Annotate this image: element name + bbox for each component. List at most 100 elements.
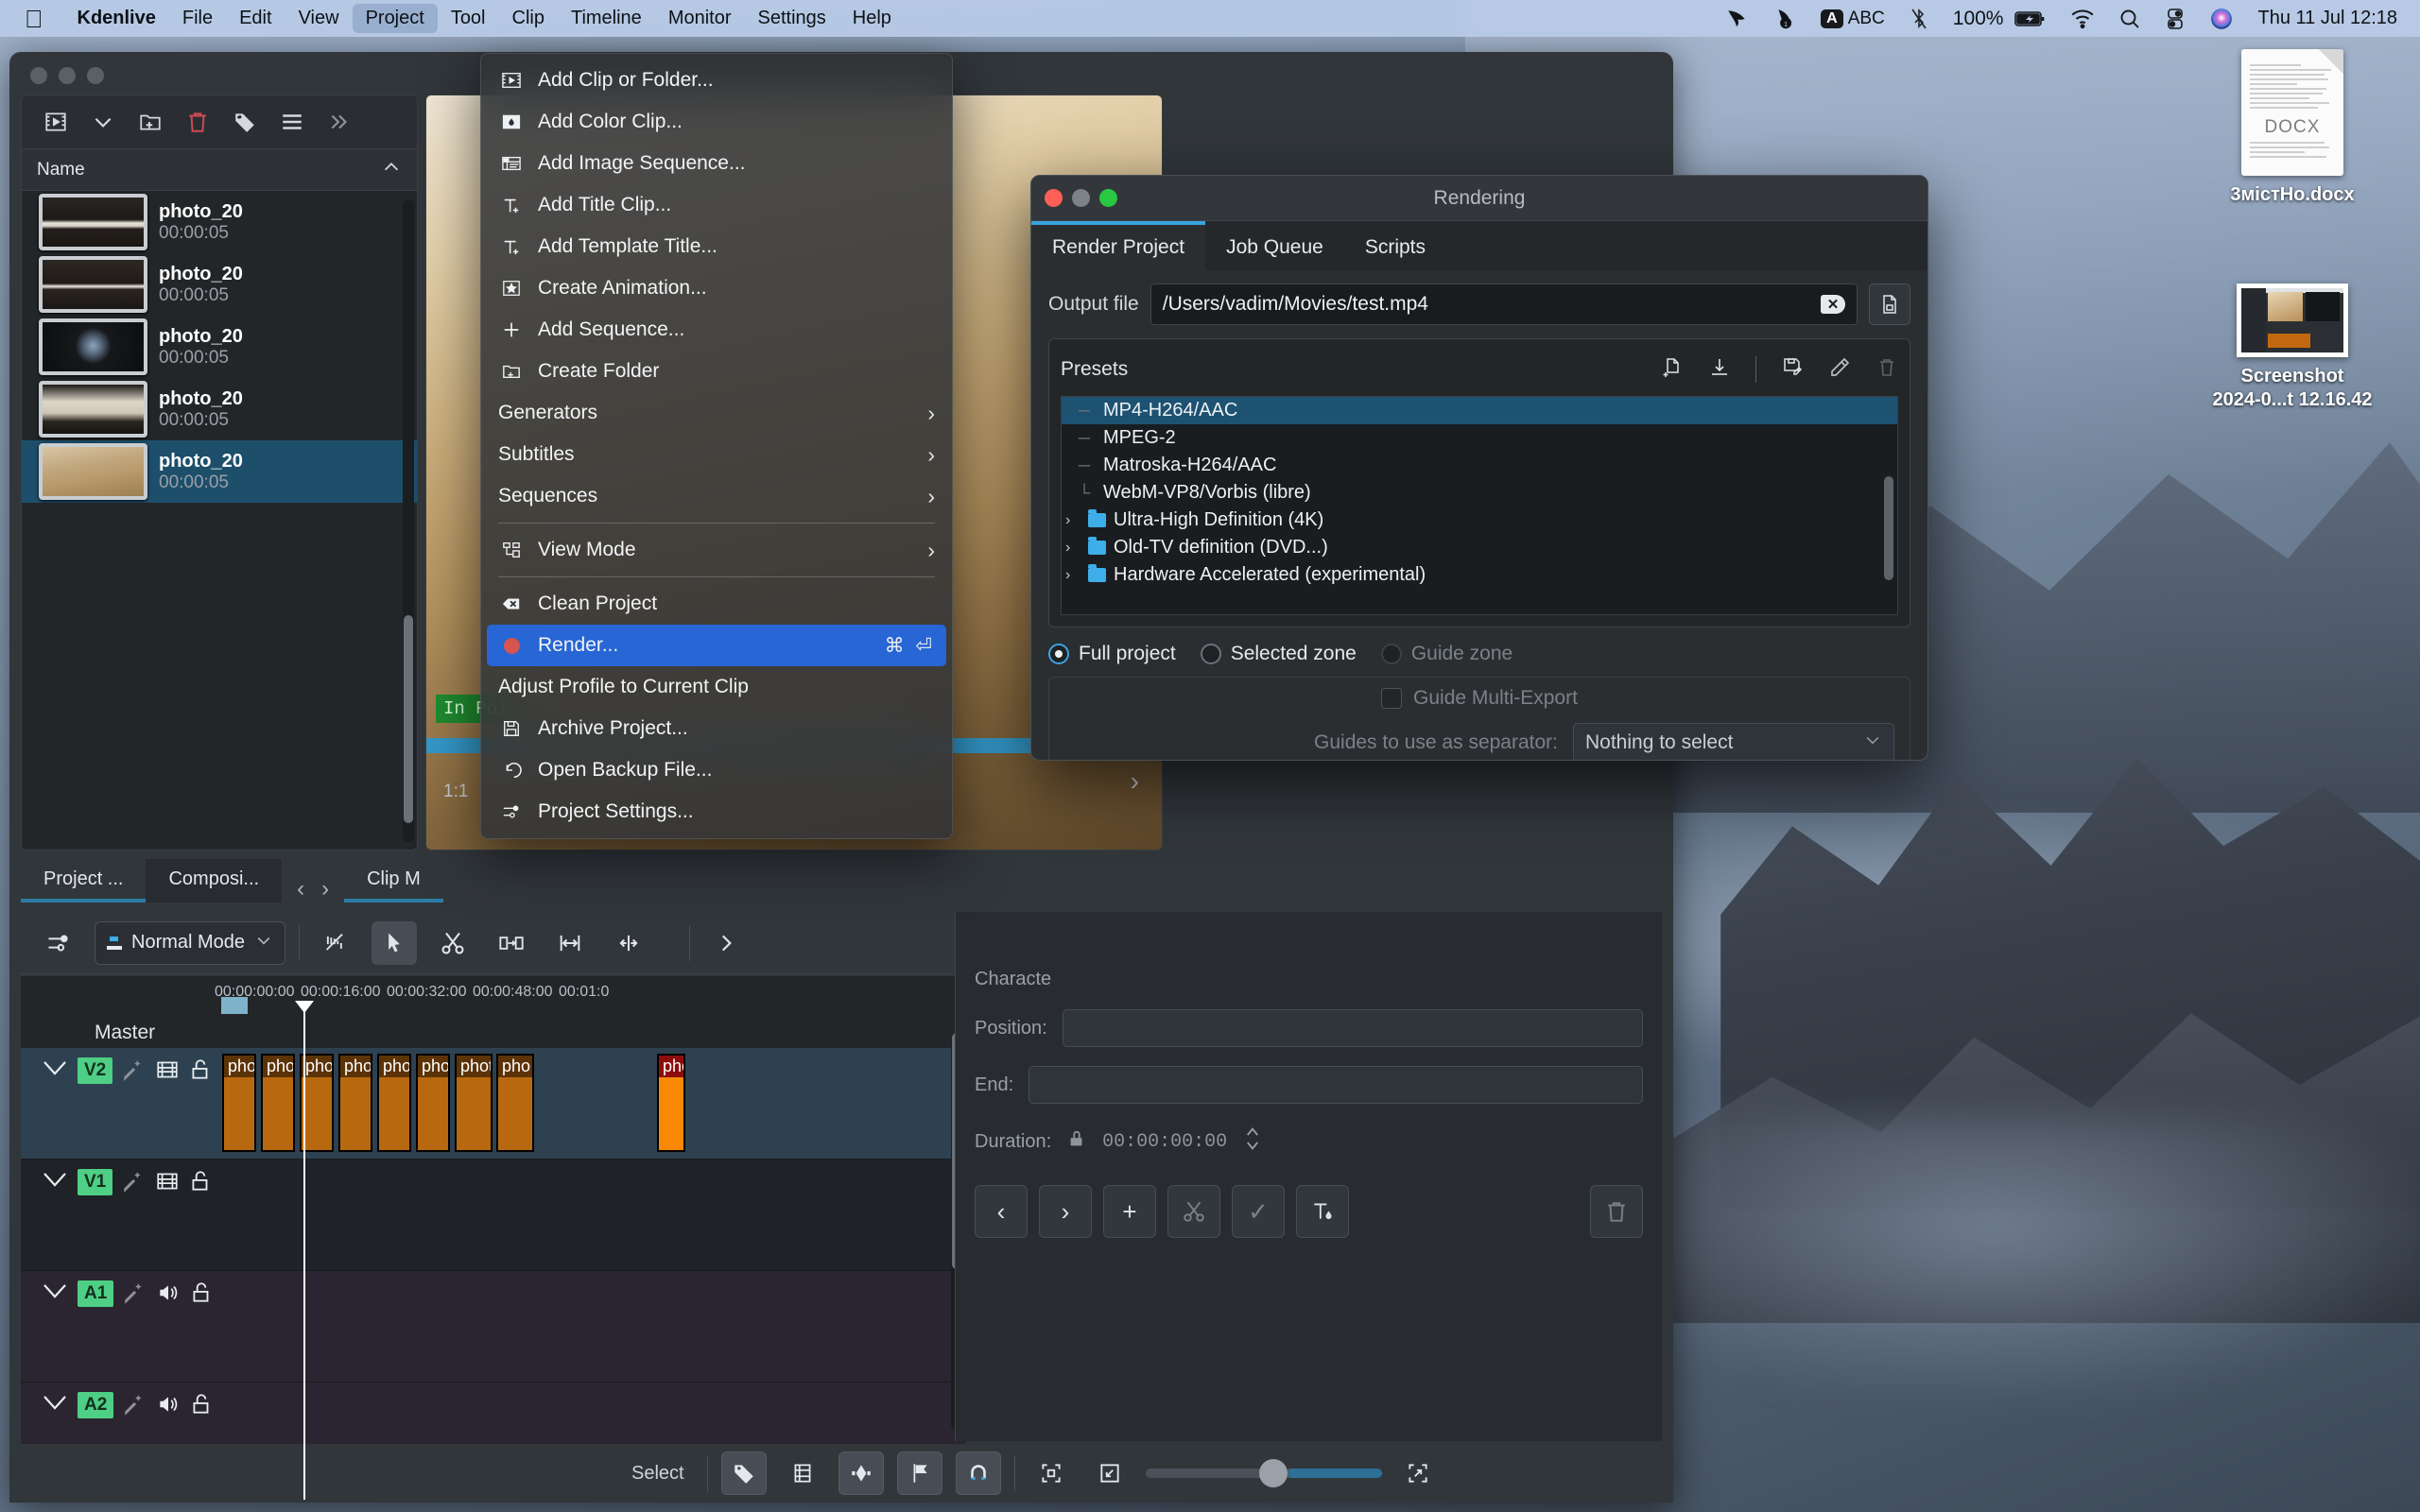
chevron-down-icon[interactable] [40, 1392, 70, 1418]
chevron-up-icon[interactable] [381, 157, 402, 183]
chevron-down-icon[interactable] [40, 1169, 70, 1194]
cut-icon[interactable] [1167, 1185, 1220, 1238]
thumbnails-icon[interactable] [780, 1452, 825, 1495]
preset-folder-item[interactable]: › Hardware Accelerated (experimental) [1062, 561, 1897, 589]
timeline-playhead[interactable] [303, 1008, 305, 1500]
maximize-window-button[interactable] [1099, 189, 1117, 207]
mix-icon[interactable] [313, 921, 358, 965]
kdenlive-status-icon[interactable] [1724, 7, 1749, 31]
minimize-window-button[interactable] [1072, 189, 1090, 207]
preset-item[interactable]: ─ MPEG-2 [1062, 424, 1897, 452]
menu-app-name[interactable]: Kdenlive [64, 4, 169, 33]
chevron-right-icon[interactable]: › [1131, 766, 1139, 797]
delete-icon[interactable] [1590, 1185, 1643, 1238]
macos-menu-bar[interactable]:  Kdenlive File Edit View Project Tool C… [0, 0, 2420, 37]
timeline-track-v1[interactable]: V1 [21, 1160, 966, 1271]
monitor-zoom-ratio[interactable]: 1:1 [443, 782, 468, 802]
apple-logo-icon[interactable]:  [25, 7, 43, 31]
add-folder-icon[interactable] [128, 102, 173, 142]
menu-help[interactable]: Help [839, 4, 905, 33]
menu-item-adjust-profile[interactable]: Adjust Profile to Current Clip [481, 666, 952, 708]
download-preset-icon[interactable] [1708, 356, 1731, 384]
preset-tree-list[interactable]: ─ MP4-H264/AAC ─ MPEG-2 ─ Matroska-H264/… [1061, 396, 1898, 615]
menu-item-add-color-clip[interactable]: Add Color Clip... [481, 101, 952, 143]
input-source-badge[interactable]: A [1821, 9, 1843, 28]
spacer-tool-icon[interactable] [489, 921, 534, 965]
razor-tool-icon[interactable] [430, 921, 475, 965]
tag-icon[interactable] [720, 1452, 767, 1495]
preset-list-scrollbar[interactable] [1884, 476, 1893, 580]
menu-project[interactable]: Project [352, 4, 438, 33]
render-scope-radios[interactable]: Full project Selected zone Guide zone [1048, 643, 1910, 665]
list-item[interactable]: photo_20 00:00:05 [22, 191, 417, 253]
track-name[interactable]: V1 [78, 1169, 113, 1195]
menu-timeline[interactable]: Timeline [558, 4, 655, 33]
position-field[interactable] [1062, 1009, 1643, 1047]
desktop-icon-screenshot[interactable]: Screenshot 2024-0...t 12.16.42 [2184, 284, 2401, 412]
bin-column-header[interactable]: Name [22, 148, 417, 191]
menu-item-clean-project[interactable]: Clean Project [481, 583, 952, 625]
tab-scroll-arrows[interactable]: ‹ › [282, 876, 344, 902]
tab-compositions[interactable]: Composi... [146, 859, 283, 902]
output-file-input[interactable]: /Users/vadim/Movies/test.mp4 ✕ [1150, 284, 1858, 325]
chevron-right-icon[interactable]: › [1065, 567, 1080, 584]
radio-selected-zone[interactable]: Selected zone [1200, 643, 1357, 665]
new-preset-icon[interactable] [1661, 356, 1684, 384]
bluetooth-off-icon[interactable] [1909, 7, 1929, 31]
prev-icon[interactable]: ‹ [975, 1185, 1028, 1238]
menu-item-add-image-sequence[interactable]: Add Image Sequence... [481, 143, 952, 184]
tab-clip-monitor[interactable]: Clip M [344, 859, 443, 902]
menu-item-project-settings[interactable]: Project Settings... [481, 791, 952, 833]
ripple-tool-icon[interactable] [606, 921, 651, 965]
lock-icon[interactable] [189, 1392, 214, 1421]
chevron-left-icon[interactable]: ‹ [297, 876, 304, 902]
menu-item-render[interactable]: Render... ⌘ ⏎ [487, 625, 946, 666]
timeline-ruler[interactable]: 00:00:00:00 00:00:16:00 00:00:32:00 00:0… [21, 976, 966, 1014]
menu-item-generators[interactable]: Generators › [481, 392, 952, 434]
menu-file[interactable]: File [169, 4, 226, 33]
add-clip-icon[interactable] [33, 102, 78, 142]
add-icon[interactable]: + [1103, 1185, 1156, 1238]
desktop-icon-docx[interactable]: DOCX 3містНо.docx [2184, 49, 2401, 207]
wifi-icon[interactable] [2070, 9, 2095, 29]
zoom-fit-icon[interactable] [1395, 1452, 1441, 1495]
snap-magnet-icon[interactable] [955, 1452, 1001, 1495]
timeline-zone-marker[interactable] [221, 997, 248, 1014]
edit-preset-icon[interactable] [1828, 356, 1851, 384]
chevron-right-icon[interactable] [703, 921, 749, 965]
slip-tool-icon[interactable] [547, 921, 593, 965]
chevron-right-icon[interactable]: › [1065, 540, 1080, 557]
preset-folder-item[interactable]: › Ultra-High Definition (4K) [1062, 507, 1897, 534]
chevron-down-icon[interactable] [254, 931, 273, 955]
file-browse-icon[interactable] [1869, 284, 1910, 325]
bin-list[interactable]: photo_20 00:00:05 photo_20 00:00:05 phot… [22, 191, 417, 850]
clear-x-icon[interactable]: ✕ [1821, 295, 1845, 314]
delete-icon[interactable] [175, 102, 220, 142]
style-icon[interactable] [1296, 1185, 1349, 1238]
clock-label[interactable]: Thu 11 Jul 12:18 [2257, 8, 2397, 29]
duration-value[interactable]: 00:00:00:00 [1102, 1131, 1227, 1153]
timeline-zoom-slider[interactable] [1145, 1459, 1382, 1487]
menu-item-add-title-clip[interactable]: Add Title Clip... [481, 184, 952, 226]
video-icon[interactable] [154, 1169, 181, 1198]
menu-tool[interactable]: Tool [438, 4, 499, 33]
list-item[interactable]: photo_20 00:00:05 [22, 316, 417, 378]
audio-icon[interactable] [155, 1280, 182, 1310]
menu-item-open-backup[interactable]: Open Backup File... [481, 749, 952, 791]
menu-settings[interactable]: Settings [745, 4, 839, 33]
next-icon[interactable]: › [1039, 1185, 1092, 1238]
search-icon[interactable] [2118, 8, 2141, 30]
menu-bar-status-items[interactable]: 1 A ABC 100% Thu 11 Jul 12:18 [1724, 7, 2420, 31]
list-item[interactable]: photo_20 00:00:05 [22, 378, 417, 440]
effects-icon[interactable] [120, 1057, 147, 1087]
maximize-window-button[interactable] [87, 67, 104, 84]
menu-item-add-clip-or-folder[interactable]: Add Clip or Folder... [481, 60, 952, 101]
chevron-down-icon[interactable] [40, 1280, 70, 1306]
video-icon[interactable] [154, 1057, 181, 1087]
menu-item-subtitles[interactable]: Subtitles › [481, 434, 952, 475]
bin-scrollbar[interactable] [403, 199, 414, 842]
zoom-out-icon[interactable] [1087, 1452, 1132, 1495]
preset-item[interactable]: └ WebM-VP8/Vorbis (libre) [1062, 479, 1897, 507]
tab-job-queue[interactable]: Job Queue [1205, 221, 1344, 270]
menu-item-view-mode[interactable]: View Mode › [481, 529, 952, 571]
